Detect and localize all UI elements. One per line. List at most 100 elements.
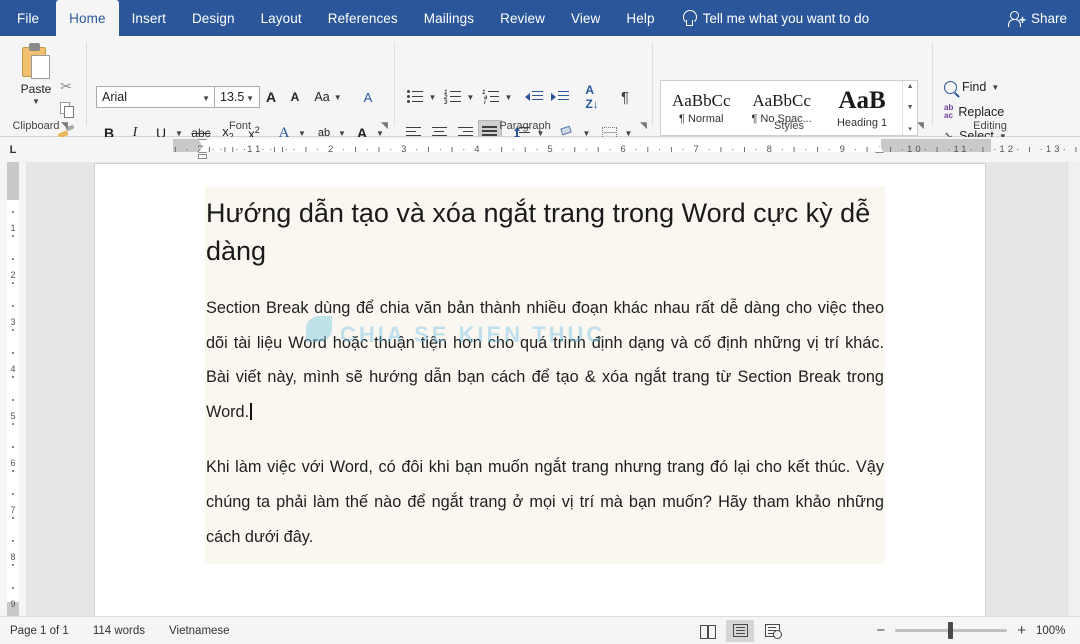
replace-icon: abac	[944, 104, 953, 120]
read-mode-icon	[700, 625, 716, 637]
status-bar: Page 1 of 1 114 words Vietnamese − + 100…	[0, 616, 1080, 644]
watermark-leaf-icon	[306, 316, 332, 342]
tab-file[interactable]: File	[0, 0, 56, 36]
bullets-dropdown[interactable]: ▼	[426, 85, 439, 109]
paragraph-dialog-launcher[interactable]: ◥	[640, 120, 647, 131]
bullet-list-icon	[406, 90, 424, 105]
group-label-font: Font	[90, 120, 390, 132]
shrink-font-button[interactable]: A	[284, 85, 306, 109]
shrink-font-icon: A	[291, 90, 300, 104]
read-mode-button[interactable]	[694, 620, 722, 642]
print-layout-button[interactable]	[726, 620, 754, 642]
tab-references[interactable]: References	[315, 0, 411, 36]
decrease-indent-icon	[525, 91, 543, 104]
clear-formatting-button[interactable]: A	[356, 85, 380, 109]
paragraph-1-text: Section Break dùng để chia văn bản thành…	[206, 299, 884, 421]
change-case-button[interactable]: Aa ▼	[312, 85, 344, 109]
bullets-button[interactable]	[404, 85, 426, 109]
document-text-block[interactable]: Hướng dẫn tạo và xóa ngắt trang trong Wo…	[205, 186, 885, 564]
share-label: Share	[1031, 11, 1067, 26]
grow-font-button[interactable]: A	[260, 85, 282, 109]
horizontal-ruler[interactable]: ı · 2 · ı · 1 · ı · ı · ı · 1 · ı · ı · …	[26, 137, 1080, 162]
paste-dropdown-caret[interactable]: ▼	[32, 98, 40, 106]
document-paragraph-2: Khi làm việc với Word, có đôi khi bạn mu…	[205, 450, 885, 554]
person-add-icon: +	[1008, 10, 1025, 26]
font-name-value: Arial	[102, 90, 127, 104]
chevron-down-icon[interactable]: ▼	[334, 93, 342, 102]
document-page[interactable]: Hướng dẫn tạo và xóa ngắt trang trong Wo…	[95, 164, 985, 616]
tab-view[interactable]: View	[558, 0, 613, 36]
divider	[86, 42, 87, 126]
styles-dialog-launcher[interactable]: ◥	[917, 120, 924, 131]
increase-indent-icon	[551, 91, 569, 104]
replace-button[interactable]: abac Replace	[944, 104, 1004, 120]
numbering-dropdown[interactable]: ▼	[464, 85, 477, 109]
scroll-down-icon[interactable]: ▼	[907, 104, 914, 111]
group-label-editing: Editing	[935, 120, 1045, 132]
show-formatting-marks-button[interactable]: ¶	[614, 85, 636, 109]
font-size-value: 13.5	[220, 90, 244, 104]
share-button[interactable]: + Share	[1008, 0, 1067, 36]
scissors-icon: ✂	[60, 78, 72, 95]
tab-stop-selector[interactable]: L	[0, 137, 26, 162]
web-layout-icon	[765, 624, 780, 637]
clipboard-dialog-launcher[interactable]: ◥	[61, 120, 68, 131]
search-icon	[944, 81, 957, 94]
numbering-button[interactable]: 123	[442, 85, 464, 109]
style-preview: AaBbCc	[752, 91, 811, 111]
font-name-input[interactable]: Arial ▼	[96, 86, 216, 108]
tab-review[interactable]: Review	[487, 0, 558, 36]
document-paragraph-1: Section Break dùng để chia văn bản thành…	[205, 291, 885, 429]
decrease-indent-button[interactable]	[522, 85, 546, 109]
copy-icon	[60, 102, 73, 117]
tab-insert[interactable]: Insert	[119, 0, 179, 36]
chevron-down-icon[interactable]: ▼	[246, 94, 254, 103]
chevron-down-icon: ▼	[467, 93, 475, 102]
increase-indent-button[interactable]	[548, 85, 572, 109]
clear-formatting-icon: A	[364, 90, 373, 105]
zoom-in-button[interactable]: +	[1017, 625, 1026, 637]
ribbon-tab-bar: File Home Insert Design Layout Reference…	[0, 0, 1080, 36]
multilevel-list-icon: 1ai	[482, 90, 500, 105]
tab-mailings[interactable]: Mailings	[411, 0, 487, 36]
style-preview: AaBbCc	[672, 91, 731, 111]
language-indicator[interactable]: Vietnamese	[169, 625, 230, 637]
chevron-down-icon[interactable]: ▼	[202, 94, 210, 103]
chevron-down-icon[interactable]: ▼	[991, 83, 999, 92]
find-button[interactable]: Find ▼	[944, 80, 999, 94]
zoom-out-button[interactable]: −	[876, 625, 885, 637]
tab-home[interactable]: Home	[56, 0, 118, 36]
pilcrow-icon: ¶	[621, 89, 629, 106]
tab-layout[interactable]: Layout	[248, 0, 315, 36]
left-indent-marker[interactable]	[198, 154, 207, 159]
lightbulb-icon	[682, 10, 696, 27]
style-preview: AaB	[838, 87, 885, 115]
group-label-paragraph: Paragraph	[400, 120, 650, 132]
ruler-tick-marks: ı · ı · 1 · ı · ı · 2 · ı · ı · 3 · ı · …	[208, 141, 1080, 158]
text-cursor	[250, 403, 251, 420]
copy-button[interactable]	[55, 98, 77, 120]
sort-button[interactable]: AZ↓	[580, 85, 604, 109]
web-layout-button[interactable]	[758, 620, 786, 642]
tell-me-box[interactable]: Tell me what you want to do	[682, 0, 870, 36]
scroll-up-icon[interactable]: ▲	[907, 83, 914, 90]
zoom-level[interactable]: 100%	[1036, 625, 1070, 637]
document-canvas[interactable]: Hướng dẫn tạo và xóa ngắt trang trong Wo…	[26, 162, 1080, 616]
multilevel-list-button[interactable]: 1ai	[480, 85, 502, 109]
multilevel-dropdown[interactable]: ▼	[502, 85, 515, 109]
print-layout-icon	[733, 624, 748, 637]
vertical-scrollbar[interactable]	[1067, 162, 1080, 616]
tab-help[interactable]: Help	[613, 0, 667, 36]
vertical-ruler[interactable]: 1 2 3 4 5 6 7 8 9	[0, 162, 26, 616]
grow-font-icon: A	[266, 89, 276, 105]
document-title: Hướng dẫn tạo và xóa ngắt trang trong Wo…	[205, 194, 885, 270]
word-count[interactable]: 114 words	[93, 625, 145, 637]
cut-button[interactable]: ✂	[55, 75, 77, 97]
tab-design[interactable]: Design	[179, 0, 248, 36]
group-clipboard: Paste ▼ ✂ Clipboard ◥	[0, 36, 72, 136]
font-dialog-launcher[interactable]: ◥	[381, 120, 388, 131]
font-size-input[interactable]: 13.5 ▼	[214, 86, 260, 108]
zoom-slider[interactable]	[895, 629, 1007, 632]
page-indicator[interactable]: Page 1 of 1	[10, 625, 69, 637]
zoom-slider-thumb[interactable]	[948, 622, 953, 639]
